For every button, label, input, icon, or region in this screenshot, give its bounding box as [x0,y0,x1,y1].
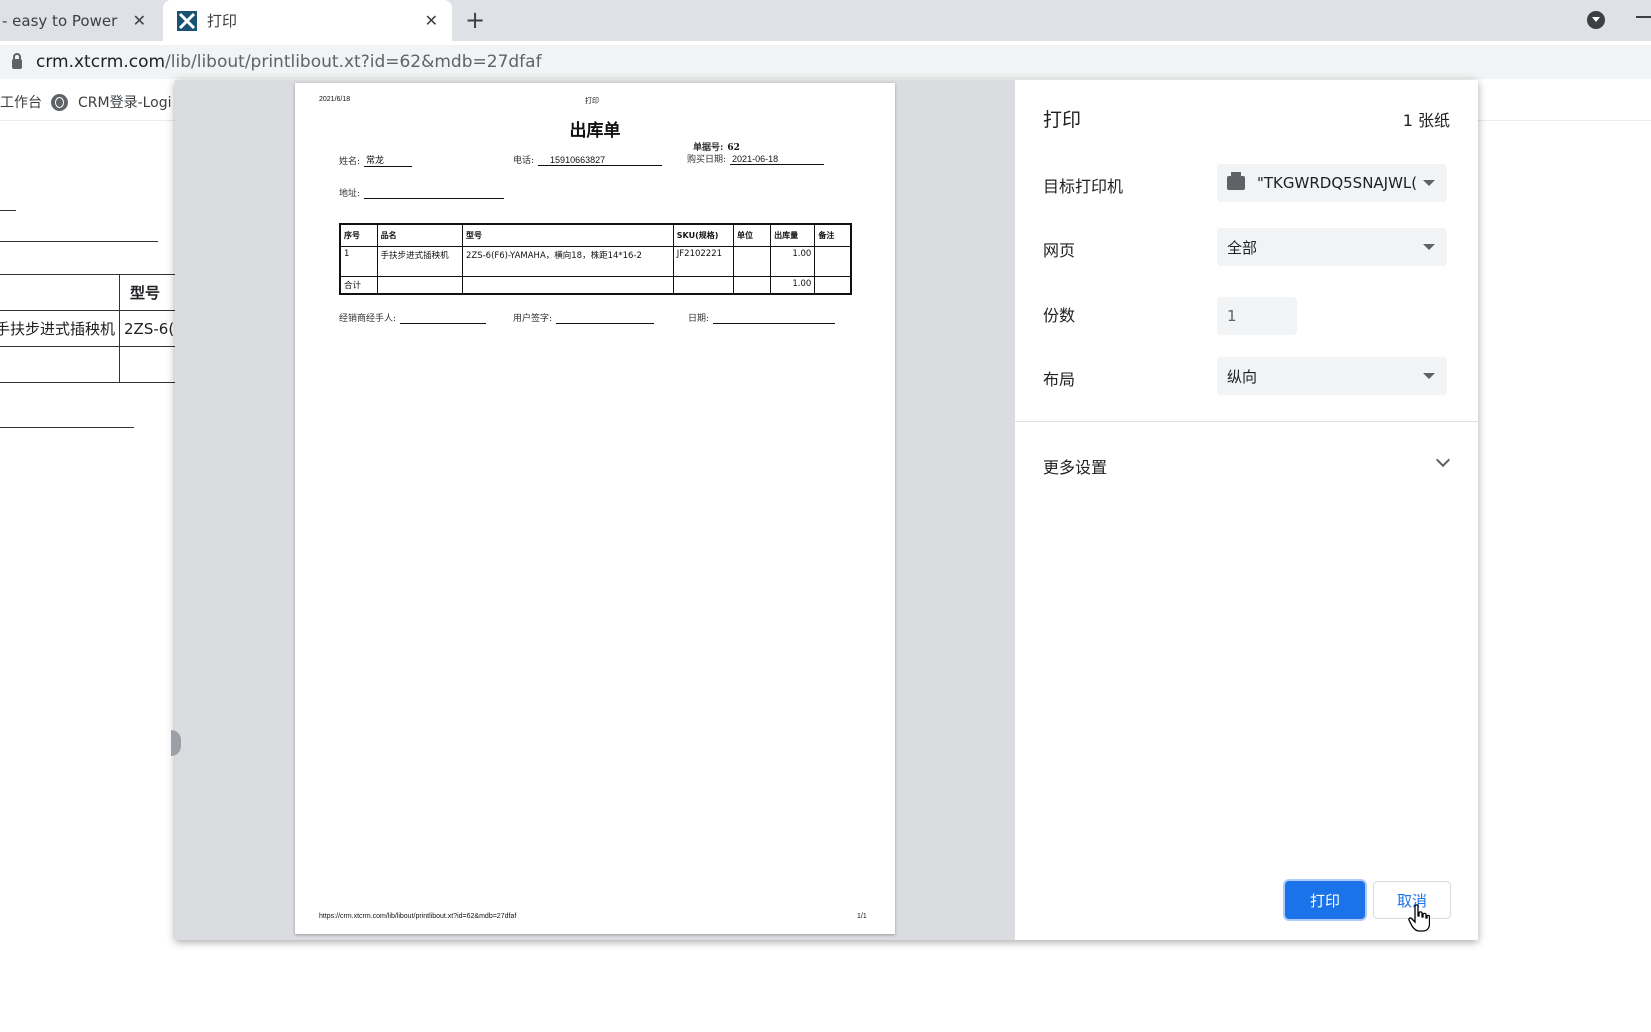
bookmark-crm-login[interactable]: CRM登录-Logi [51,92,172,112]
underlying-page: 型号 手扶步进式插秧机 2ZS-6(F6)- [0,121,175,1032]
tab-label: 打印 [207,12,238,30]
app-favicon-icon [177,10,197,31]
print-settings-panel: 打印 1 张纸 目标打印机 "TKGWRDQ5SNAJWL( 网页 全部 份数 … [1015,80,1478,940]
column-header: 品名 [376,223,463,247]
cell-product: 手扶步进式插秧机 [376,245,463,277]
underline [0,210,16,211]
lock-icon[interactable] [12,53,22,69]
sheet-count: 1 张纸 [1402,111,1450,130]
tab-label: - easy to Power [2,11,118,30]
tab-print[interactable]: 打印 ✕ [163,0,452,41]
doc-title: 出库单 [569,121,621,141]
table-cell [672,275,735,294]
table-cell [0,274,121,311]
destination-label: 目标打印机 [1043,177,1124,196]
table-row: 1 手扶步进式插秧机 2ZS-6(F6)-YAMAHA，横向18，株距14*16… [339,245,852,277]
dropdown-arrow-icon [1423,180,1435,186]
close-icon[interactable]: ✕ [425,11,438,30]
pages-label: 网页 [1043,241,1076,260]
minimize-icon[interactable] [1636,16,1651,18]
cell-total-qty: 1.00 [770,275,816,294]
url-text: crm.xtcrm.com/lib/libout/printlibout.xt?… [36,52,542,72]
dialog-title: 打印 [1043,109,1082,131]
dropdown-arrow-icon [1423,373,1435,379]
bookmark-label: CRM登录-Logi [78,95,172,111]
table-cell-model: 2ZS-6(F6)- [119,310,175,347]
pages-value: 全部 [1227,238,1258,257]
preview-handle[interactable] [171,730,181,756]
table-total-row: 合计 1.00 [339,275,852,294]
table-cell [461,275,674,294]
preview-sheet: 2021/6/18 打印 出库单 单据号: 62 姓名: 常龙 电话: 1591… [295,83,895,934]
table-row: 手扶步进式插秧机 2ZS-6(F6)- [0,310,175,347]
date-field: 日期: [688,311,836,324]
table-header-model: 型号 [119,274,175,311]
dealer-field: 经销商经手人: [339,311,487,324]
dropdown-arrow-icon [1423,244,1435,250]
cell-no: 1 [339,245,378,277]
table-cell-product: 手扶步进式插秧机 [0,310,121,347]
address-field: 地址: [339,186,505,199]
destination-value: "TKGWRDQ5SNAJWL( [1257,174,1418,192]
column-header: 单位 [733,223,772,247]
table-row: 型号 [0,274,175,311]
more-settings-toggle[interactable]: 更多设置 [1043,454,1107,478]
column-header: 备注 [814,223,852,247]
column-header: SKU(规格) [672,223,735,247]
new-tab-icon[interactable]: + [465,6,485,34]
close-icon[interactable]: ✕ [133,11,146,30]
cell-total-label: 合计 [339,275,378,294]
table-cell [0,346,121,383]
table-header-row: 序号 品名 型号 SKU(规格) 单位 出库量 备注 [339,223,852,247]
profile-menu-icon[interactable] [1587,11,1605,29]
doc-header-date: 2021/6/18 [319,96,351,103]
url-input[interactable]: crm.xtcrm.com/lib/libout/printlibout.xt?… [0,45,1651,79]
hand-cursor-icon [1408,904,1430,932]
cell-note [814,245,852,277]
pages-select[interactable]: 全部 [1217,228,1447,266]
address-bar: crm.xtcrm.com/lib/libout/printlibout.xt?… [0,41,1651,83]
cell-model: 2ZS-6(F6)-YAMAHA，横向18，株距14*16-2 [461,245,674,277]
tab-strip: - easy to Power ✕ 打印 ✕ + [0,0,1651,41]
print-button[interactable]: 打印 [1285,881,1365,919]
table-cell [733,275,772,294]
underline [0,241,158,242]
doc-footer-url: https://crm.xtcrm.com/lib/libout/printli… [319,913,517,920]
doc-footer-page: 1/1 [857,913,867,920]
printer-icon [1227,172,1245,190]
doc-header-title: 打印 [585,98,599,105]
signature-field: 用户签字: [513,311,655,324]
table-row [0,346,175,383]
chevron-down-icon[interactable] [1435,452,1451,468]
tab-easy-to-power[interactable]: - easy to Power ✕ [0,0,160,41]
print-preview-area: 2021/6/18 打印 出库单 单据号: 62 姓名: 常龙 电话: 1591… [171,80,1015,940]
table-cell [119,346,175,383]
divider [1015,421,1478,422]
column-header: 序号 [339,223,378,247]
phone-field: 电话: 15910663827 [513,153,663,166]
table-cell [814,275,852,294]
underline [0,427,134,428]
column-header: 出库量 [770,223,816,247]
print-dialog: 2021/6/18 打印 出库单 单据号: 62 姓名: 常龙 电话: 1591… [171,80,1478,940]
layout-value: 纵向 [1227,367,1258,386]
destination-select[interactable]: "TKGWRDQ5SNAJWL( [1217,164,1447,202]
name-field: 姓名: 常龙 [339,153,413,167]
purchase-date-field: 购买日期: 2021-06-18 [687,152,825,165]
column-header: 型号 [461,223,674,247]
layout-label: 布局 [1043,370,1076,389]
bookmark-workbench[interactable]: 工作台 [0,92,42,112]
copies-input[interactable]: 1 [1217,297,1297,335]
table-cell [376,275,463,294]
cell-qty: 1.00 [770,245,816,277]
cell-sku: JF2102221 [672,245,735,277]
copies-label: 份数 [1043,306,1076,325]
cell-unit [733,245,772,277]
underlying-table: 型号 手扶步进式插秧机 2ZS-6(F6)- [0,274,175,383]
layout-select[interactable]: 纵向 [1217,357,1447,395]
globe-icon [51,93,68,111]
doc-items-table: 序号 品名 型号 SKU(规格) 单位 出库量 备注 1 手扶步进式插秧机 2Z… [339,223,852,295]
